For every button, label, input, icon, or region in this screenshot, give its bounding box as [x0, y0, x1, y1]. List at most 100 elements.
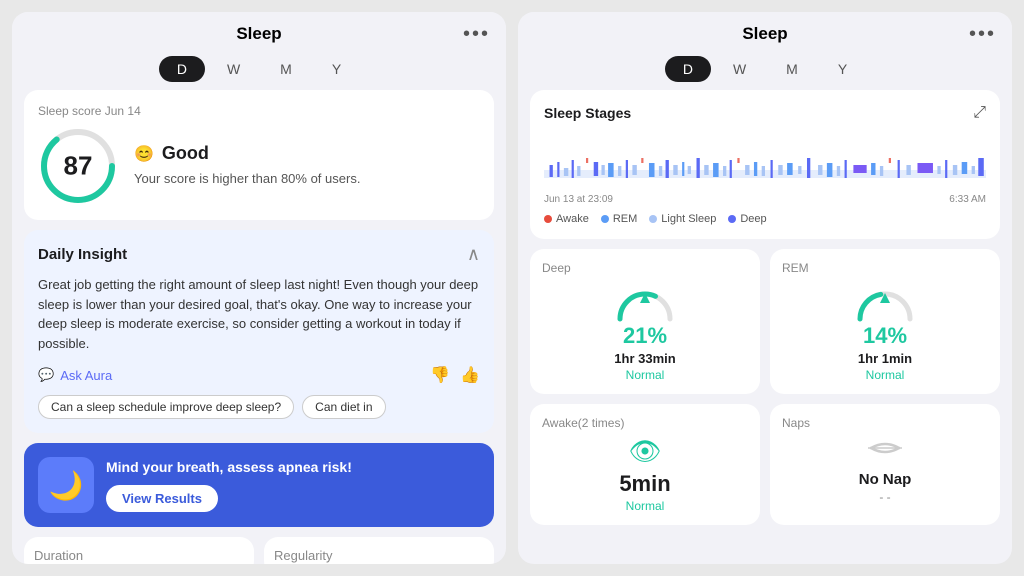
deep-time: 1hr 33min: [614, 351, 675, 366]
tab-w-right[interactable]: W: [715, 56, 764, 82]
suggestion-chip-0[interactable]: Can a sleep schedule improve deep sleep?: [38, 395, 294, 419]
tab-y-left[interactable]: Y: [314, 56, 359, 82]
tab-w-left[interactable]: W: [209, 56, 258, 82]
nap-icon: [867, 436, 903, 467]
left-content: Sleep score Jun 14 87 😊 Good: [12, 90, 506, 564]
nap-card: Naps No Nap - -: [770, 404, 1000, 525]
deep-percent: 21%: [623, 323, 667, 349]
score-emoji: 😊: [134, 144, 154, 164]
awake-label: Awake(2 times): [542, 416, 624, 430]
ask-aura-button[interactable]: 💬 Ask Aura: [38, 367, 112, 383]
rem-percent: 14%: [863, 323, 907, 349]
promo-text: Mind your breath, assess apnea risk!: [106, 458, 480, 476]
chevron-up-icon: [467, 247, 480, 264]
promo-content: Mind your breath, assess apnea risk! Vie…: [106, 458, 480, 511]
rem-card: REM 14% 1hr 1min Normal: [770, 249, 1000, 394]
deep-gauge: [610, 281, 680, 323]
deep-label: Deep: [542, 261, 571, 275]
thumbs-up-button[interactable]: 👍: [460, 365, 480, 385]
right-title: Sleep: [742, 24, 787, 44]
stages-legend: Awake REM Light Sleep Deep: [544, 213, 986, 225]
tab-d-right[interactable]: D: [665, 56, 711, 82]
light-legend-dot: [649, 215, 657, 223]
right-header: Sleep •••: [518, 12, 1012, 52]
rem-legend-label: REM: [613, 213, 637, 225]
stages-svg: [544, 130, 986, 190]
tab-m-left[interactable]: M: [262, 56, 310, 82]
promo-icon: 🌙: [38, 457, 94, 513]
thumbs-down-button[interactable]: 👎: [430, 365, 450, 385]
stages-header: Sleep Stages ⤢: [544, 104, 986, 122]
insight-text: Great job getting the right amount of sl…: [38, 275, 480, 353]
stages-time-start: Jun 13 at 23:09: [544, 194, 613, 205]
stages-chart: [544, 130, 986, 190]
duration-card: Duration: [24, 537, 254, 564]
left-more-button[interactable]: •••: [463, 23, 490, 46]
ask-aura-label: Ask Aura: [60, 368, 112, 383]
legend-light: Light Sleep: [649, 213, 716, 225]
deep-status: Normal: [626, 368, 665, 382]
tab-y-right[interactable]: Y: [820, 56, 865, 82]
tab-m-right[interactable]: M: [768, 56, 816, 82]
insight-header: Daily Insight: [38, 244, 480, 265]
nap-dash: - -: [879, 490, 890, 504]
awake-card: Awake(2 times) 👁 5min Normal: [530, 404, 760, 525]
stages-time: Jun 13 at 23:09 6:33 AM: [544, 194, 986, 205]
awake-status: Normal: [626, 499, 665, 513]
right-content: Sleep Stages ⤢: [518, 90, 1012, 564]
light-legend-label: Light Sleep: [661, 213, 716, 225]
nap-label: Naps: [782, 416, 810, 430]
score-right: 😊 Good Your score is higher than 80% of …: [134, 143, 480, 188]
insight-actions: 💬 Ask Aura 👎 👍: [38, 365, 480, 385]
legend-deep: Deep: [728, 213, 766, 225]
left-tab-bar: D W M Y: [12, 52, 506, 90]
deep-legend-label: Deep: [740, 213, 766, 225]
stages-title: Sleep Stages: [544, 105, 631, 121]
legend-awake: Awake: [544, 213, 589, 225]
rem-gauge: [850, 281, 920, 323]
insight-title: Daily Insight: [38, 246, 127, 263]
regularity-card: Regularity: [264, 537, 494, 564]
rem-status: Normal: [866, 368, 905, 382]
score-header: Sleep score Jun 14: [38, 104, 480, 118]
daily-insight-card: Daily Insight Great job getting the righ…: [24, 230, 494, 433]
awake-legend-dot: [544, 215, 552, 223]
stages-time-end: 6:33 AM: [949, 194, 986, 205]
duration-label: Duration: [34, 548, 83, 563]
rem-label: REM: [782, 261, 809, 275]
legend-rem: REM: [601, 213, 637, 225]
score-description: Your score is higher than 80% of users.: [134, 170, 480, 188]
sleep-stages-card: Sleep Stages ⤢: [530, 90, 1000, 239]
promo-button[interactable]: View Results: [106, 485, 218, 512]
bottom-row: Duration Regularity: [24, 537, 494, 564]
awake-time: 5min: [619, 471, 670, 497]
promo-card: 🌙 Mind your breath, assess apnea risk! V…: [24, 443, 494, 527]
score-emoji-row: 😊 Good: [134, 143, 480, 164]
eye-icon: 👁: [628, 436, 661, 467]
right-panel: Sleep ••• D W M Y Sleep Stages ⤢: [518, 12, 1012, 564]
left-panel: Sleep ••• D W M Y Sleep score Jun 14: [12, 12, 506, 564]
deep-card: Deep 21% 1hr 33min Normal: [530, 249, 760, 394]
awake-naps-row: Awake(2 times) 👁 5min Normal Naps No N: [530, 404, 1000, 525]
nap-svg: [867, 436, 903, 460]
nap-text: No Nap: [859, 471, 912, 488]
right-tab-bar: D W M Y: [518, 52, 1012, 90]
left-title: Sleep: [236, 24, 281, 44]
score-circle: 87: [38, 126, 118, 206]
left-header: Sleep •••: [12, 12, 506, 52]
rem-time: 1hr 1min: [858, 351, 912, 366]
feedback-buttons: 👎 👍: [430, 365, 480, 385]
suggestion-chips: Can a sleep schedule improve deep sleep?…: [38, 395, 480, 419]
deep-rem-row: Deep 21% 1hr 33min Normal REM: [530, 249, 1000, 394]
score-rating: Good: [162, 143, 209, 164]
rem-legend-dot: [601, 215, 609, 223]
regularity-label: Regularity: [274, 548, 333, 563]
insight-collapse-button[interactable]: [467, 244, 480, 265]
awake-legend-label: Awake: [556, 213, 589, 225]
aura-icon: 💬: [38, 367, 54, 383]
tab-d-left[interactable]: D: [159, 56, 205, 82]
stages-expand-button[interactable]: ⤢: [973, 104, 986, 122]
suggestion-chip-1[interactable]: Can diet in: [302, 395, 385, 419]
sleep-score-card: Sleep score Jun 14 87 😊 Good: [24, 90, 494, 220]
right-more-button[interactable]: •••: [969, 23, 996, 46]
